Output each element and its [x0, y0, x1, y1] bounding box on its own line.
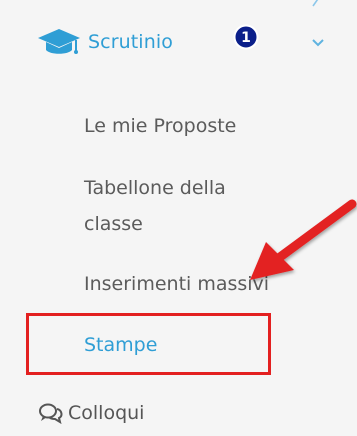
sidebar-item-label: Colloqui [68, 402, 145, 424]
step-number-badge: 1 [233, 24, 259, 50]
caret-icon [312, 0, 319, 7]
sidebar-item-scrutinio[interactable]: Scrutinio [36, 26, 173, 58]
sidebar-menu: Scrutinio 1 Le mie Proposte Tabellone de… [0, 0, 357, 436]
badge-number: 1 [241, 30, 251, 46]
submenu-item-le-mie-proposte[interactable]: Le mie Proposte [84, 108, 236, 144]
sidebar-item-colloqui[interactable]: Colloqui [38, 398, 144, 428]
graduation-cap-icon [38, 29, 80, 54]
highlight-box-annotation [26, 313, 271, 375]
chevron-down-icon[interactable] [311, 38, 325, 48]
chat-bubbles-icon [39, 403, 63, 424]
sidebar-item-label: Scrutinio [88, 31, 173, 53]
red-arrow-annotation [250, 199, 357, 280]
